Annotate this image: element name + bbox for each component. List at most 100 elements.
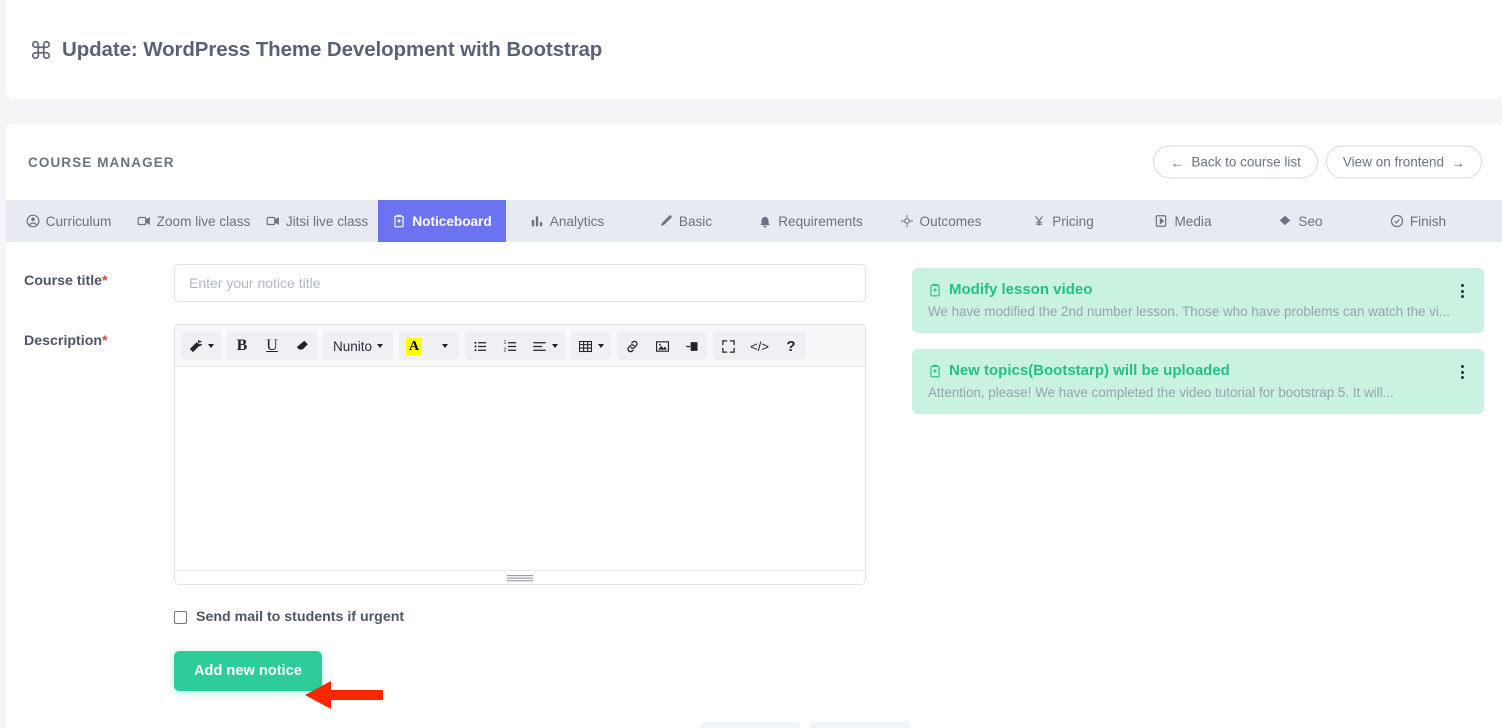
description-label-text: Description [24, 333, 102, 349]
tab-noticeboard[interactable]: Noticeboard [378, 200, 506, 242]
tab-seo[interactable]: Seo [1243, 200, 1358, 242]
tab-zoom-live-class[interactable]: Zoom live class [131, 200, 256, 242]
eraser-icon[interactable] [287, 332, 317, 360]
font-family-dropdown[interactable]: Nunito [323, 332, 393, 360]
add-new-notice-button[interactable]: Add new notice [174, 651, 322, 691]
page-header: Update: WordPress Theme Development with… [6, 0, 1502, 99]
font-family-value: Nunito [333, 339, 372, 354]
course-manager-card: COURSE MANAGER ← Back to course list Vie… [6, 124, 1502, 728]
notice-title: New topics(Bootstarp) will be uploaded [949, 362, 1230, 379]
bold-icon[interactable]: B [227, 332, 257, 360]
required-asterisk: * [102, 333, 108, 349]
course-manager-label: COURSE MANAGER [28, 155, 175, 170]
notice-description: Attention, please! We have completed the… [928, 385, 1468, 400]
tab-label: Curriculum [46, 214, 112, 229]
chevron-down-icon [552, 344, 558, 348]
resize-grip-icon [507, 574, 533, 582]
notice-title: Modify lesson video [949, 281, 1092, 298]
tab-requirements[interactable]: Requirements [743, 200, 878, 242]
font-color-dropdown[interactable] [429, 332, 459, 360]
tab-finish[interactable]: Finish [1358, 200, 1478, 242]
back-to-course-list-button[interactable]: ← Back to course list [1153, 146, 1318, 179]
tab-label: Basic [679, 214, 712, 229]
pencil-icon [659, 214, 673, 228]
video-camera-icon [137, 214, 151, 228]
tab-label: Jitsi live class [286, 214, 368, 229]
app-root: Update: WordPress Theme Development with… [0, 0, 1502, 728]
video-camera-icon [266, 214, 280, 228]
notice-item[interactable]: New topics(Bootstarp) will be uploaded A… [912, 349, 1484, 414]
notice-title-row: Modify lesson video [928, 281, 1468, 298]
back-to-course-list-label: Back to course list [1191, 155, 1301, 170]
chevron-down-icon [598, 344, 604, 348]
tab-media[interactable]: Media [1123, 200, 1243, 242]
notice-menu-button[interactable] [1454, 363, 1470, 381]
tab-outcomes[interactable]: Outcomes [878, 200, 1003, 242]
table-icon[interactable] [571, 332, 611, 360]
media-icon [1154, 214, 1168, 228]
picture-icon[interactable] [647, 332, 677, 360]
tab-label: Outcomes [920, 214, 982, 229]
toolbar-group-format: B U [227, 332, 317, 360]
course-title-label-text: Course title [24, 273, 102, 289]
underline-icon[interactable]: U [257, 332, 287, 360]
description-label: Description* [24, 324, 174, 349]
chevron-down-icon [208, 344, 214, 348]
toolbar-group-table [571, 332, 611, 360]
font-color-icon[interactable]: A [399, 332, 429, 360]
tab-curriculum[interactable]: Curriculum [6, 200, 131, 242]
notice-form: Course title* Description* [24, 264, 882, 691]
help-icon[interactable]: ? [776, 332, 806, 360]
check-circle-icon [1390, 214, 1404, 228]
required-asterisk: * [102, 273, 108, 289]
bottom-chip [700, 722, 800, 728]
editor-toolbar: B U Nunito [175, 325, 865, 367]
code-view-icon[interactable]: </> [743, 332, 776, 360]
notice-list: Modify lesson video We have modified the… [882, 264, 1484, 691]
header-actions: ← Back to course list View on frontend → [1153, 146, 1482, 179]
tab-label: Media [1174, 214, 1211, 229]
view-on-frontend-button[interactable]: View on frontend → [1326, 146, 1482, 179]
align-icon[interactable] [525, 332, 565, 360]
link-icon[interactable] [617, 332, 647, 360]
course-title-row: Course title* [24, 264, 882, 302]
notice-title-input[interactable] [174, 264, 866, 302]
description-row: Description* B [24, 324, 882, 585]
tab-basic[interactable]: Basic [628, 200, 743, 242]
magic-style-icon[interactable] [181, 332, 221, 360]
fullscreen-icon[interactable] [713, 332, 743, 360]
page-title: Update: WordPress Theme Development with… [62, 38, 602, 62]
tab-pricing[interactable]: Pricing [1003, 200, 1123, 242]
toolbar-group-color: A [399, 332, 459, 360]
ordered-list-icon[interactable]: 12 [495, 332, 525, 360]
tab-label: Pricing [1052, 214, 1094, 229]
description-editable-area[interactable] [175, 367, 865, 570]
notice-title-row: New topics(Bootstarp) will be uploaded [928, 362, 1468, 379]
toolbar-group-font: Nunito [323, 332, 393, 360]
tab-label: Requirements [778, 214, 863, 229]
video-icon[interactable] [677, 332, 707, 360]
command-icon [30, 39, 52, 61]
tab-jitsi-live-class[interactable]: Jitsi live class [256, 200, 378, 242]
bar-chart-icon [530, 214, 544, 228]
notice-menu-button[interactable] [1454, 282, 1470, 300]
svg-text:1: 1 [503, 340, 506, 346]
editor-statusbar[interactable] [175, 570, 865, 584]
arrow-right-icon: → [1451, 155, 1465, 169]
user-circle-icon [26, 214, 40, 228]
send-mail-checkbox[interactable] [174, 611, 187, 624]
chevron-down-icon [442, 344, 448, 348]
unordered-list-icon[interactable] [465, 332, 495, 360]
toolbar-group-insert [617, 332, 707, 360]
send-mail-checkbox-row: Send mail to students if urgent [174, 609, 882, 625]
font-color-letter: A [406, 338, 422, 355]
tag-icon [1278, 214, 1292, 228]
clipboard-icon [392, 214, 406, 228]
notice-item[interactable]: Modify lesson video We have modified the… [912, 268, 1484, 333]
view-on-frontend-label: View on frontend [1343, 155, 1444, 170]
clipboard-icon [928, 364, 942, 378]
tab-analytics[interactable]: Analytics [506, 200, 628, 242]
course-manager-tabs: Curriculum Zoom live class Jitsi live cl… [6, 200, 1502, 242]
course-manager-header: COURSE MANAGER ← Back to course list Vie… [6, 124, 1502, 200]
summernote-editor: B U Nunito [174, 324, 866, 585]
